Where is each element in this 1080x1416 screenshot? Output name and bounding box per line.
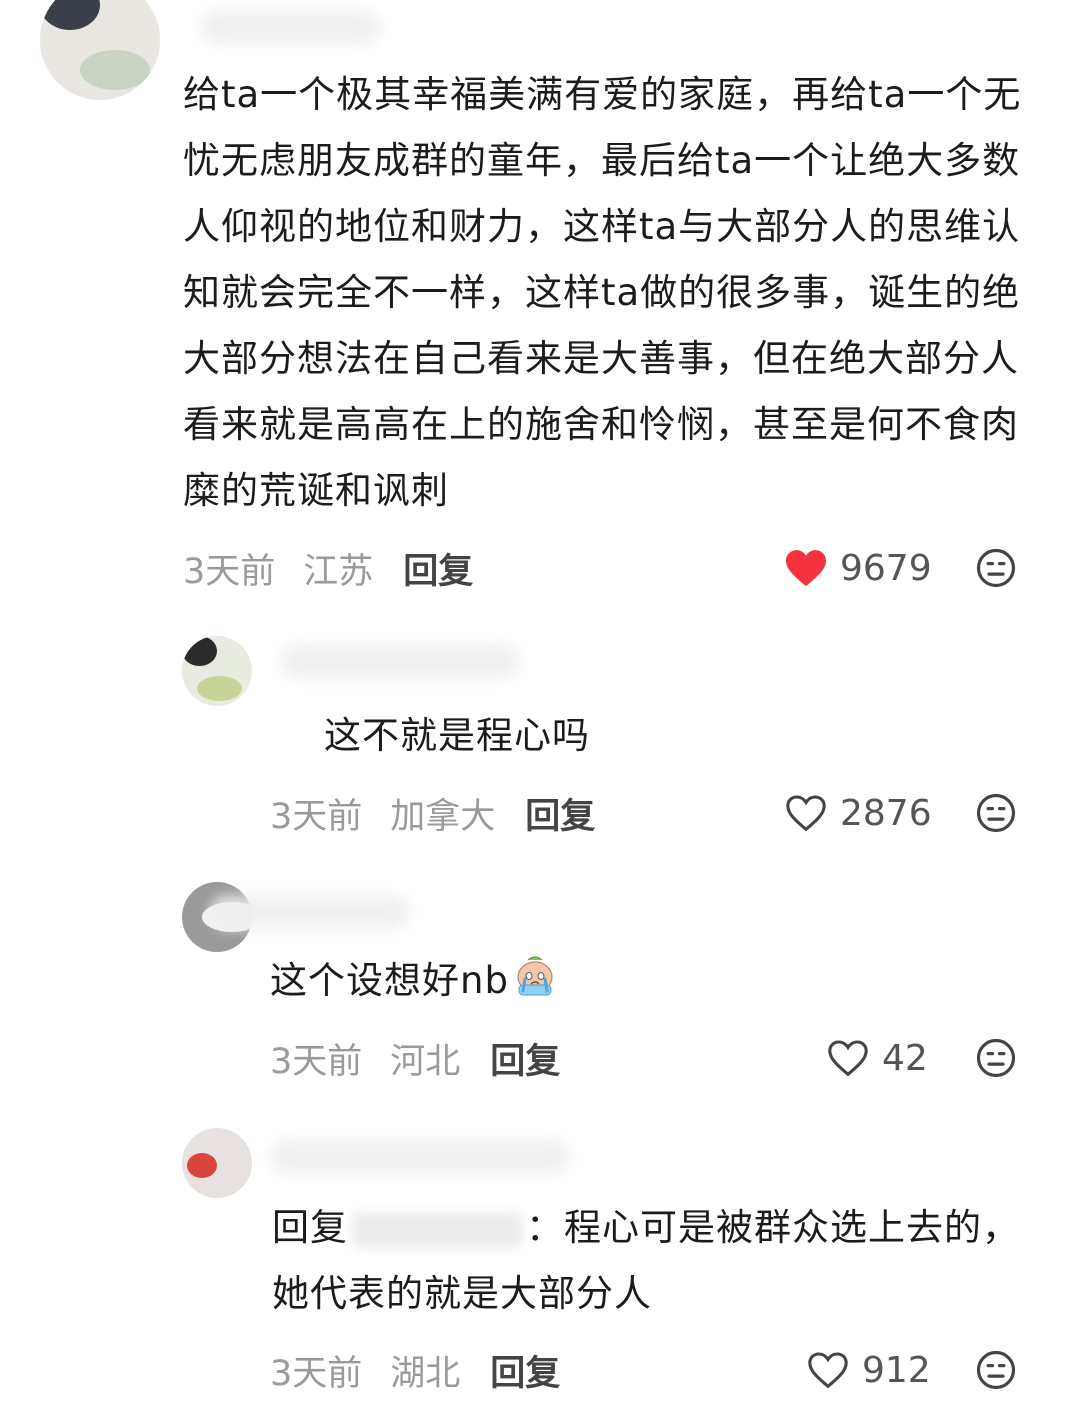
reply-prefix: 回复 <box>272 1206 348 1249</box>
like-count: 912 <box>862 1349 931 1391</box>
like-count: 2876 <box>840 792 932 834</box>
comment-meta: 3天前 河北 回复 <box>270 1033 560 1083</box>
comment-text: 给ta一个极其幸福美满有爱的家庭，再给ta一个无忧无虑朋友成群的童年，最后给ta… <box>183 73 1022 512</box>
comment-meta: 3天前 加拿大 回复 <box>270 788 595 838</box>
heart-icon <box>786 550 826 587</box>
reply-button[interactable]: 回复 <box>490 1033 560 1084</box>
avatar-blur <box>197 676 242 701</box>
timestamp: 3天前 <box>183 551 276 592</box>
username-redacted <box>200 10 380 44</box>
reply-button[interactable]: 回复 <box>403 543 473 594</box>
like-button[interactable]: 9679 <box>784 543 932 593</box>
reply-button[interactable]: 回复 <box>490 1345 560 1396</box>
meh-face-icon[interactable] <box>975 547 1017 589</box>
location: 江苏 <box>303 551 374 592</box>
avatar-blur <box>187 1153 217 1178</box>
like-count: 9679 <box>840 547 932 589</box>
meh-face-icon[interactable] <box>975 1349 1017 1391</box>
avatar[interactable] <box>40 0 160 100</box>
comment-meta: 3天前 江苏 回复 <box>183 543 473 593</box>
mentioned-user-redacted[interactable] <box>352 1211 522 1248</box>
location: 河北 <box>390 1041 461 1082</box>
like-button[interactable]: 2876 <box>784 788 932 838</box>
timestamp: 3天前 <box>270 796 363 837</box>
meh-face-icon[interactable] <box>975 1037 1017 1079</box>
location: 湖北 <box>390 1353 461 1394</box>
heart-icon <box>786 795 826 832</box>
comment-text-content: 这个设想好nb <box>270 959 509 1002</box>
like-button[interactable]: 42 <box>826 1033 928 1083</box>
like-count: 42 <box>882 1037 928 1079</box>
comment-meta: 3天前 湖北 回复 <box>270 1345 560 1395</box>
location: 加拿大 <box>390 796 496 837</box>
meh-face-icon[interactable] <box>975 792 1017 834</box>
comment-text: 这不就是程心吗 <box>324 714 590 757</box>
username-redacted <box>280 645 520 679</box>
timestamp: 3天前 <box>270 1041 363 1082</box>
comment-text: 回复 ：程心可是被群众选上去的，她代表的就是大部分人 <box>272 1195 1032 1327</box>
comment-text: 这个设想好nb <box>270 948 1030 1014</box>
heart-icon <box>828 1040 868 1077</box>
avatar-blur <box>40 0 100 30</box>
avatar-blur <box>182 636 217 666</box>
timestamp: 3天前 <box>270 1353 363 1394</box>
avatar[interactable] <box>182 636 252 706</box>
reply-button[interactable]: 回复 <box>525 788 595 839</box>
heart-icon <box>808 1352 848 1389</box>
avatar-blur <box>80 50 150 90</box>
username-redacted <box>210 895 410 929</box>
avatar[interactable] <box>182 1128 252 1198</box>
like-button[interactable]: 912 <box>806 1345 931 1395</box>
username-redacted <box>270 1140 570 1174</box>
crying-face-emoji <box>517 956 553 996</box>
